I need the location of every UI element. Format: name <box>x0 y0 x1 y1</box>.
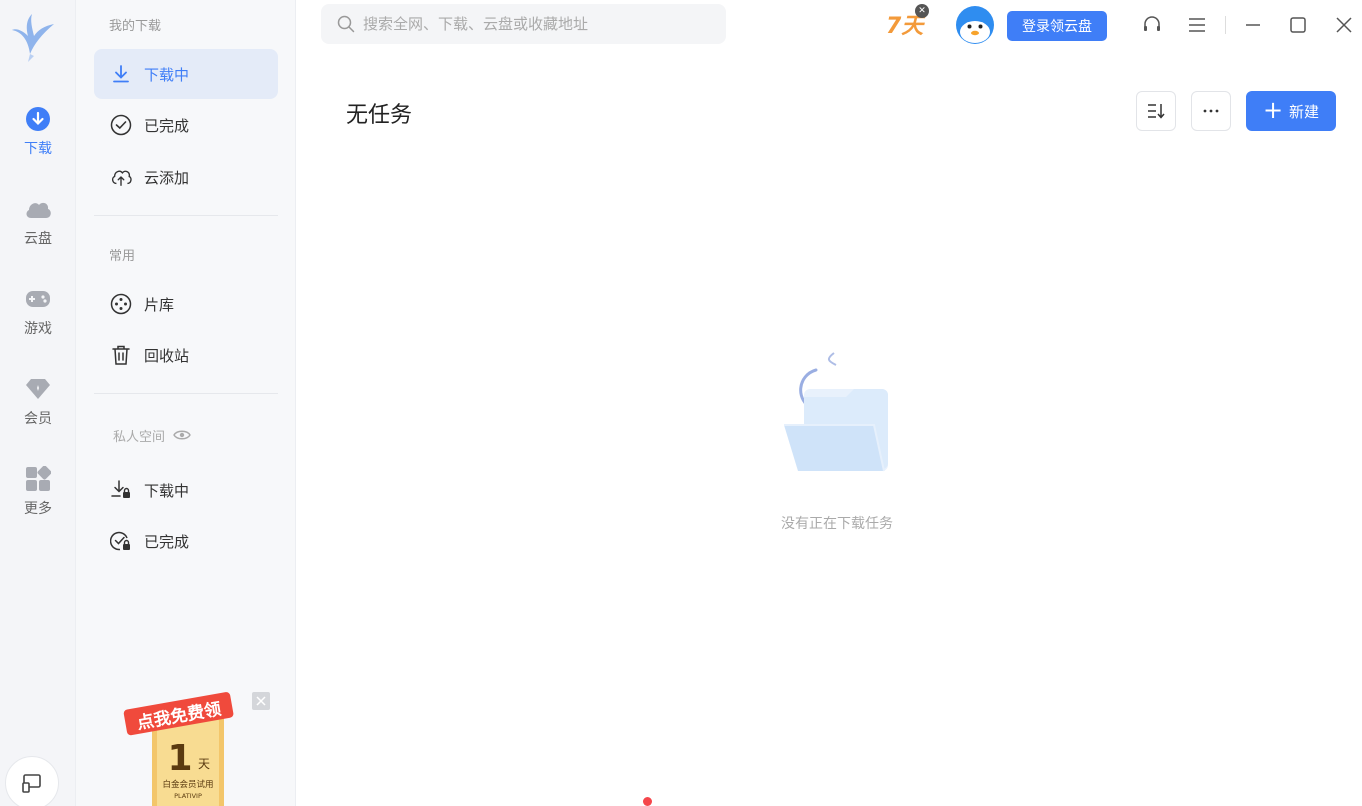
divider <box>94 215 278 216</box>
close-icon[interactable] <box>1333 14 1355 36</box>
device-switch-button[interactable] <box>5 756 59 806</box>
promo-days: 1 <box>167 738 192 779</box>
film-reel-icon <box>110 293 132 315</box>
gamepad-icon <box>23 284 53 314</box>
app-window: 下载 云盘 游戏 会员 更多 我的下载 下载中 已完成 云添加 常用 片库 回收… <box>0 0 1362 806</box>
sort-icon <box>1148 104 1165 119</box>
rail-label: 下载 <box>24 141 52 157</box>
section-title-private-space: 私人空间 <box>113 430 166 445</box>
badge-close-icon[interactable]: ✕ <box>915 4 929 18</box>
thunder-logo-icon <box>8 10 58 64</box>
close-icon <box>256 696 266 706</box>
rail-label: 云盘 <box>24 231 52 247</box>
sidebar-item-label: 已完成 <box>144 532 190 551</box>
trash-icon <box>110 344 132 366</box>
eye-icon[interactable] <box>173 426 191 445</box>
rail-item-more[interactable]: 更多 <box>0 464 76 534</box>
sidebar-item-private-downloading[interactable]: 下载中 <box>94 465 278 515</box>
sidebar-item-recycle-bin[interactable]: 回收站 <box>94 330 278 380</box>
screen-icon <box>22 774 41 793</box>
menu-icon[interactable] <box>1186 14 1208 36</box>
search-input[interactable] <box>363 15 703 33</box>
diamond-icon <box>23 374 53 404</box>
sidebar-item-film-library[interactable]: 片库 <box>94 279 278 329</box>
login-button[interactable]: 登录领云盘 <box>1007 11 1107 41</box>
left-rail: 下载 云盘 游戏 会员 更多 <box>0 0 76 806</box>
divider <box>1225 16 1226 34</box>
sidebar-item-label: 云添加 <box>144 168 190 187</box>
sidebar-item-label: 下载中 <box>144 481 190 500</box>
download-icon <box>110 63 132 85</box>
sidebar-item-label: 片库 <box>144 295 175 314</box>
avatar[interactable] <box>956 6 994 44</box>
check-circle-icon <box>110 114 132 136</box>
notification-dot <box>643 797 652 806</box>
locked-download-icon <box>110 479 132 501</box>
search-icon <box>337 15 355 33</box>
sidebar: 我的下载 下载中 已完成 云添加 常用 片库 回收站 私人空间 下载中 已完成 … <box>76 0 296 806</box>
minimize-icon[interactable] <box>1242 14 1264 36</box>
rail-item-game[interactable]: 游戏 <box>0 284 76 354</box>
promo-code: PLATIVIP <box>174 792 202 800</box>
promo-days-unit: 天 <box>198 757 210 771</box>
download-circle-icon <box>23 104 53 134</box>
search-bar[interactable] <box>321 4 726 44</box>
rail-item-cloud[interactable]: 云盘 <box>0 194 76 264</box>
headset-icon[interactable] <box>1141 14 1163 36</box>
new-task-label: 新建 <box>1289 102 1320 121</box>
page-title: 无任务 <box>346 103 413 128</box>
sidebar-item-label: 下载中 <box>144 65 190 84</box>
sidebar-item-completed[interactable]: 已完成 <box>94 100 278 150</box>
ellipsis-icon <box>1203 109 1219 113</box>
locked-check-icon <box>110 530 132 552</box>
rail-label: 更多 <box>24 501 52 517</box>
apps-grid-icon <box>23 464 53 494</box>
promo-close-button[interactable] <box>252 692 270 710</box>
rail-label: 游戏 <box>24 321 52 337</box>
private-space-header: 私人空间 <box>113 426 191 445</box>
vip-trial-promo[interactable]: 点我免费领 1 天 白金会员试用 PLATIVIP <box>120 690 250 806</box>
cloud-upload-icon <box>110 166 132 188</box>
divider <box>94 393 278 394</box>
sort-button[interactable] <box>1136 91 1176 131</box>
plus-icon: + <box>1262 95 1284 124</box>
cloud-icon <box>23 194 53 224</box>
sidebar-item-label: 回收站 <box>144 346 190 365</box>
maximize-icon[interactable] <box>1287 14 1309 36</box>
sidebar-item-private-completed[interactable]: 已完成 <box>94 516 278 566</box>
section-title-common: 常用 <box>109 249 136 264</box>
section-title-my-downloads: 我的下载 <box>109 19 162 34</box>
rail-item-vip[interactable]: 会员 <box>0 374 76 444</box>
sidebar-item-cloud-add[interactable]: 云添加 <box>94 152 278 202</box>
rail-item-download[interactable]: 下载 <box>0 104 76 174</box>
rail-label: 会员 <box>24 411 52 427</box>
main-panel: 7天 ✕ 登录领云盘 无任务 <box>296 0 1362 806</box>
sidebar-item-label: 已完成 <box>144 116 190 135</box>
sidebar-item-downloading[interactable]: 下载中 <box>94 49 278 99</box>
empty-folder-icon <box>776 345 896 480</box>
new-task-button[interactable]: + 新建 <box>1246 91 1336 131</box>
promo-caption: 白金会员试用 <box>162 779 213 790</box>
empty-state-text: 没有正在下载任务 <box>781 516 893 532</box>
more-options-button[interactable] <box>1191 91 1231 131</box>
